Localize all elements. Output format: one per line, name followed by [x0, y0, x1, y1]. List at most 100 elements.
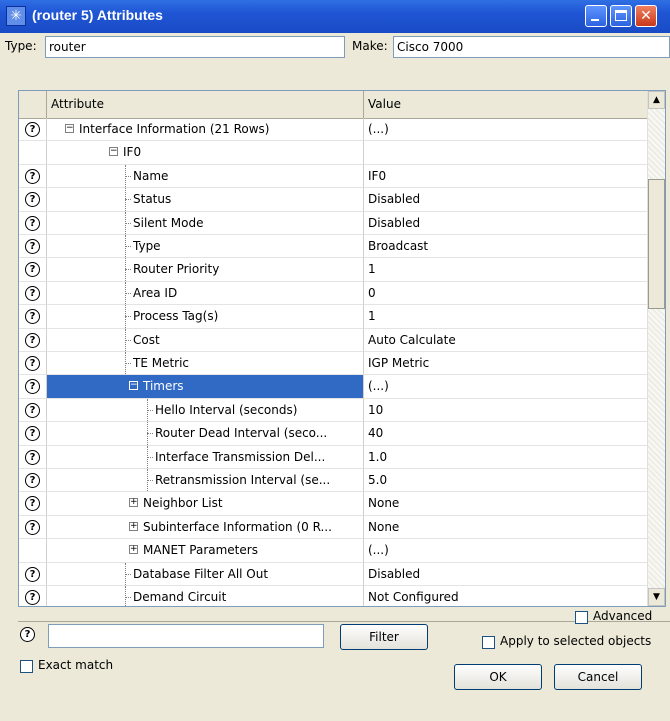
table-row[interactable]: ? Status Disabled	[19, 188, 647, 212]
table-row[interactable]: ? Hello Interval (seconds) 10	[19, 398, 647, 423]
scroll-down-button[interactable]: ▼	[648, 588, 665, 606]
table-row[interactable]: ? + Neighbor List None	[19, 492, 647, 516]
table-row[interactable]: ? Router Priority 1	[19, 258, 647, 282]
value-cell[interactable]: Disabled	[364, 563, 647, 586]
table-row[interactable]: ? Cost Auto Calculate	[19, 328, 647, 352]
value-cell[interactable]: 40	[364, 422, 647, 446]
attribute-cell[interactable]: Router Dead Interval (seco...	[47, 422, 364, 446]
attribute-cell[interactable]: + Neighbor List	[47, 492, 364, 516]
collapse-icon[interactable]: −	[65, 124, 74, 133]
attribute-cell[interactable]: Cost	[47, 328, 364, 352]
help-icon[interactable]: ?	[25, 285, 40, 301]
attribute-cell[interactable]: − Interface Information (21 Rows)	[47, 118, 364, 142]
table-row[interactable]: ? − Timers (...)	[19, 375, 647, 399]
attribute-cell[interactable]: − IF0	[47, 141, 364, 165]
scroll-thumb[interactable]	[648, 179, 665, 309]
help-icon[interactable]: ?	[25, 379, 40, 395]
attribute-cell[interactable]: Type	[47, 235, 364, 259]
help-icon[interactable]: ?	[25, 496, 40, 512]
help-icon[interactable]: ?	[25, 192, 40, 208]
maximize-button[interactable]	[610, 5, 632, 27]
attribute-cell[interactable]: Database Filter All Out	[47, 562, 364, 586]
help-icon[interactable]: ?	[25, 473, 40, 488]
attribute-cell[interactable]: + Subinterface Information (0 R...	[47, 515, 364, 540]
help-icon[interactable]: ?	[25, 215, 40, 231]
table-row[interactable]: ? Area ID 0	[19, 281, 647, 306]
value-cell[interactable]: Auto Calculate	[364, 329, 647, 352]
value-cell[interactable]: 1.0	[364, 446, 647, 469]
help-icon[interactable]: ?	[25, 262, 40, 278]
value-cell[interactable]: Broadcast	[364, 235, 647, 259]
attribute-cell[interactable]: Silent Mode	[47, 211, 364, 235]
help-icon[interactable]: ?	[25, 566, 40, 582]
table-row[interactable]: − IF0	[19, 141, 647, 165]
ok-button[interactable]: OK	[454, 664, 542, 690]
advanced-checkbox[interactable]	[575, 611, 588, 624]
help-icon[interactable]: ?	[25, 590, 40, 605]
attribute-cell[interactable]: Demand Circuit	[47, 586, 364, 606]
value-cell[interactable]: Disabled	[364, 212, 647, 235]
help-icon[interactable]: ?	[25, 168, 40, 184]
close-button[interactable]: ✕	[635, 5, 657, 27]
attribute-cell[interactable]: Router Priority	[47, 258, 364, 282]
cancel-button[interactable]: Cancel	[554, 664, 642, 690]
table-row[interactable]: ? Type Broadcast	[19, 235, 647, 259]
collapse-icon[interactable]: −	[109, 147, 118, 157]
attribute-cell[interactable]: − Timers	[47, 375, 364, 399]
make-input[interactable]	[393, 36, 670, 58]
help-icon[interactable]: ?	[25, 332, 40, 348]
value-cell[interactable]: Not Configured	[364, 586, 647, 606]
table-row[interactable]: + MANET Parameters (...)	[19, 539, 647, 563]
table-row[interactable]: ? Retransmission Interval (se... 5.0	[19, 469, 647, 493]
scroll-up-button[interactable]: ▲	[648, 91, 665, 109]
help-icon[interactable]: ?	[25, 122, 40, 137]
filter-button[interactable]: Filter	[340, 624, 428, 650]
value-cell[interactable]: (...)	[364, 375, 647, 399]
expand-icon[interactable]: +	[129, 498, 138, 508]
attribute-cell[interactable]: Area ID	[47, 281, 364, 306]
value-cell[interactable]	[364, 141, 647, 165]
expand-icon[interactable]: +	[129, 545, 138, 555]
value-cell[interactable]: None	[364, 492, 647, 516]
table-row[interactable]: ? TE Metric IGP Metric	[19, 352, 647, 376]
table-row[interactable]: ? Router Dead Interval (seco... 40	[19, 422, 647, 446]
help-icon[interactable]: ?	[25, 426, 40, 442]
header-attribute[interactable]: Attribute	[47, 91, 364, 118]
table-row[interactable]: ? Demand Circuit Not Configured	[19, 586, 647, 606]
value-cell[interactable]: 1	[364, 305, 647, 329]
attribute-grid[interactable]: Attribute Value ? − Interface Information …	[18, 90, 666, 607]
table-row[interactable]: ? Database Filter All Out Disabled	[19, 562, 647, 586]
value-cell[interactable]: 10	[364, 399, 647, 423]
value-cell[interactable]: IGP Metric	[364, 352, 647, 376]
expand-icon[interactable]: +	[129, 521, 138, 531]
table-row[interactable]: ? Name IF0	[19, 164, 647, 189]
value-cell[interactable]: 0	[364, 282, 647, 306]
collapse-icon[interactable]: −	[129, 381, 138, 391]
attribute-cell[interactable]: Name	[47, 164, 364, 189]
vertical-scrollbar[interactable]: ▲ ▼	[647, 91, 665, 606]
attribute-cell[interactable]: TE Metric	[47, 352, 364, 376]
header-value[interactable]: Value	[364, 91, 647, 118]
value-cell[interactable]: IF0	[364, 165, 647, 189]
window-titlebar[interactable]: ✳ (router 5) Attributes ✕	[0, 0, 670, 33]
apply-selected-checkbox[interactable]	[482, 636, 495, 649]
help-icon[interactable]: ?	[25, 309, 40, 325]
value-cell[interactable]: 5.0	[364, 469, 647, 493]
table-row[interactable]: ? Process Tag(s) 1	[19, 305, 647, 329]
table-row[interactable]: ? Silent Mode Disabled	[19, 211, 647, 235]
help-icon[interactable]: ?	[20, 627, 35, 642]
table-row[interactable]: ? + Subinterface Information (0 R... None	[19, 515, 647, 540]
help-icon[interactable]: ?	[25, 449, 40, 465]
value-cell[interactable]: (...)	[364, 118, 647, 142]
attribute-cell[interactable]: Status	[47, 188, 364, 212]
table-row[interactable]: ? − Interface Information (21 Rows) (...)	[19, 118, 647, 142]
filter-input[interactable]	[48, 624, 324, 648]
value-cell[interactable]: 1	[364, 258, 647, 282]
value-cell[interactable]: Disabled	[364, 188, 647, 212]
value-cell[interactable]: (...)	[364, 539, 647, 563]
help-icon[interactable]: ?	[25, 356, 40, 371]
minimize-button[interactable]	[585, 5, 607, 27]
type-input[interactable]	[45, 36, 345, 58]
attribute-cell[interactable]: Hello Interval (seconds)	[47, 398, 364, 423]
attribute-cell[interactable]: Retransmission Interval (se...	[47, 469, 364, 493]
